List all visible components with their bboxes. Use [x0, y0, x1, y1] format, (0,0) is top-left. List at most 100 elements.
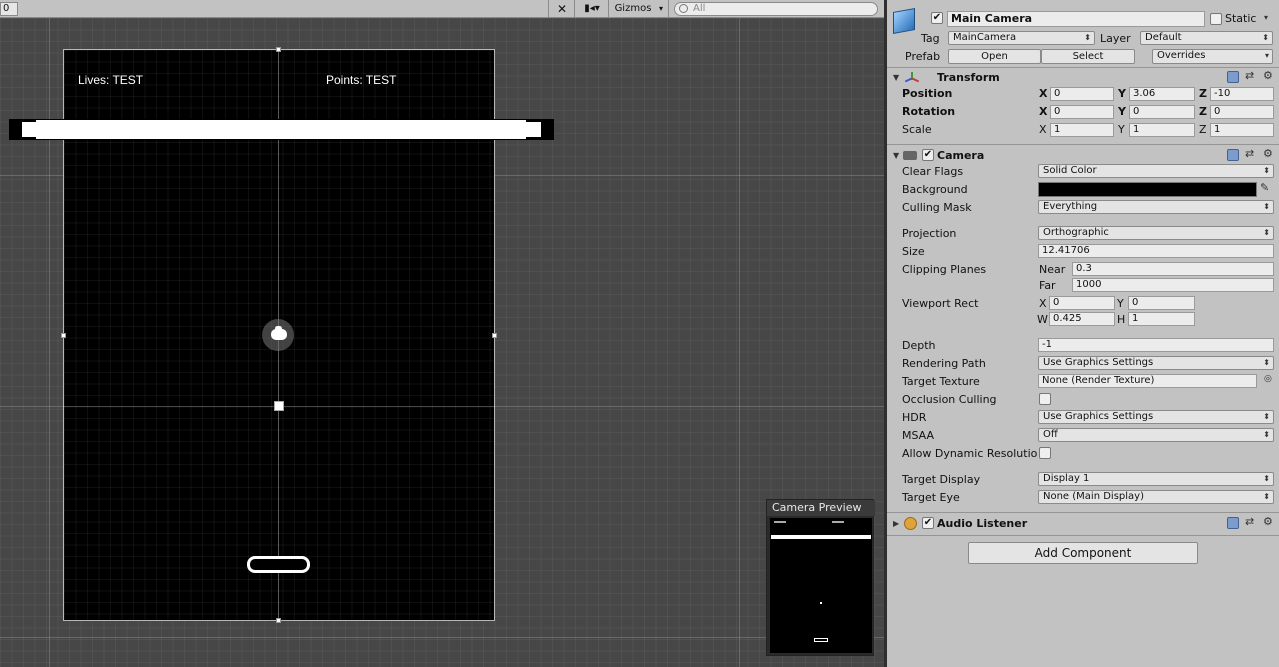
rendering-path-label: Rendering Path — [902, 357, 986, 370]
frustum-handle-top[interactable] — [276, 47, 281, 52]
rotation-x-field[interactable]: 0 — [1050, 105, 1114, 119]
hdr-dropdown[interactable]: Use Graphics Settings ⬍ — [1038, 410, 1274, 424]
help-book-icon[interactable] — [1227, 517, 1239, 529]
cloud-icon — [271, 326, 287, 340]
frustum-handle-right[interactable] — [492, 333, 497, 338]
viewport-h-field[interactable]: 1 — [1128, 312, 1195, 326]
far-label: Far — [1039, 279, 1056, 292]
target-display-label: Target Display — [902, 473, 981, 486]
gear-icon[interactable]: ⚙ — [1263, 147, 1273, 160]
viewport-y-field[interactable]: 0 — [1128, 296, 1195, 310]
viewport-x-field[interactable]: 0 — [1049, 296, 1115, 310]
rotation-label: Rotation — [902, 105, 956, 118]
msaa-dropdown[interactable]: Off ⬍ — [1038, 428, 1274, 442]
position-y-field[interactable]: 3.06 — [1129, 87, 1195, 101]
camera-enabled-checkbox[interactable]: ✔ — [922, 149, 934, 161]
active-checkbox[interactable]: ✔ — [931, 12, 943, 24]
gizmos-button[interactable]: Gizmos — [611, 1, 655, 17]
preset-icon[interactable]: ⇄ — [1245, 69, 1254, 82]
foldout-arrow-icon[interactable]: ▶ — [893, 519, 899, 528]
near-label: Near — [1039, 263, 1066, 276]
culling-mask-label: Culling Mask — [902, 201, 972, 214]
depth-label: Depth — [902, 339, 936, 352]
scale-z-field[interactable]: 1 — [1210, 123, 1274, 137]
scene-view[interactable]: Lives: TEST Points: TEST Camera Preview … — [0, 0, 884, 667]
depth-field[interactable]: -1 — [1038, 338, 1274, 352]
scale-y-field[interactable]: 1 — [1129, 123, 1195, 137]
culling-mask-dropdown[interactable]: Everything ⬍ — [1038, 200, 1274, 214]
position-x-field[interactable]: 0 — [1050, 87, 1114, 101]
projection-label: Projection — [902, 227, 957, 240]
eyedropper-icon[interactable]: ✎ — [1260, 181, 1269, 194]
axis-y-label: Y — [1118, 123, 1125, 136]
help-book-icon[interactable] — [1227, 71, 1239, 83]
size-field[interactable]: 12.41706 — [1038, 244, 1274, 258]
tag-label: Tag — [921, 32, 940, 45]
clear-flags-label: Clear Flags — [902, 165, 964, 178]
axis-y-label: Y — [1118, 105, 1126, 118]
prefab-open-button[interactable]: Open — [948, 49, 1041, 64]
gear-icon[interactable]: ⚙ — [1263, 515, 1273, 528]
hdr-value: Use Graphics Settings — [1043, 411, 1154, 422]
object-name-field[interactable]: Main Camera — [947, 11, 1205, 27]
target-eye-dropdown[interactable]: None (Main Display) ⬍ — [1038, 490, 1274, 504]
layer-label: Layer — [1100, 32, 1131, 45]
scale-x-field[interactable]: 1 — [1050, 123, 1114, 137]
clear-flags-dropdown[interactable]: Solid Color ⬍ — [1038, 164, 1274, 178]
near-field[interactable]: 0.3 — [1072, 262, 1274, 276]
rotation-z-field[interactable]: 0 — [1210, 105, 1274, 119]
layer-dropdown[interactable]: Default ⬍ — [1140, 31, 1273, 45]
add-component-button[interactable]: Add Component — [968, 542, 1198, 564]
background-label: Background — [902, 183, 968, 196]
static-dropdown[interactable]: ▾ — [1237, 12, 1271, 26]
frustum-handle-bottom[interactable] — [276, 618, 281, 623]
separator — [887, 144, 1279, 145]
target-texture-label: Target Texture — [902, 375, 980, 388]
camera-position-handle[interactable] — [274, 401, 284, 411]
prefab-select-button[interactable]: Select — [1041, 49, 1135, 64]
position-z-field[interactable]: -10 — [1210, 87, 1274, 101]
paddle[interactable] — [247, 556, 310, 573]
object-picker-icon[interactable]: ◎ — [1264, 374, 1272, 384]
far-field[interactable]: 1000 — [1072, 278, 1274, 292]
grid-line — [49, 18, 50, 667]
axis-y-label: Y — [1118, 87, 1126, 100]
tag-value: MainCamera — [953, 32, 1017, 43]
axis-x-label: X — [1039, 87, 1048, 100]
occlusion-culling-checkbox[interactable] — [1039, 393, 1051, 405]
gameobject-cube-icon — [893, 8, 915, 34]
preset-icon[interactable]: ⇄ — [1245, 515, 1254, 528]
gizmos-dropdown-icon[interactable]: ▾ — [655, 1, 667, 17]
gear-icon[interactable]: ⚙ — [1263, 69, 1273, 82]
viewport-w-field[interactable]: 0.425 — [1049, 312, 1115, 326]
toolbar-separator — [548, 0, 549, 18]
static-checkbox[interactable] — [1210, 13, 1222, 25]
hud-points-text: Points: TEST — [326, 73, 397, 87]
rendering-path-value: Use Graphics Settings — [1043, 357, 1154, 368]
camera-title: Camera — [937, 149, 985, 162]
preset-icon[interactable]: ⇄ — [1245, 147, 1254, 160]
target-display-dropdown[interactable]: Display 1 ⬍ — [1038, 472, 1274, 486]
layer-value: Default — [1145, 32, 1182, 43]
rendering-path-dropdown[interactable]: Use Graphics Settings ⬍ — [1038, 356, 1274, 370]
camera-mode-icon[interactable]: ▮◂▾ — [578, 1, 606, 17]
dynamic-resolution-checkbox[interactable] — [1039, 447, 1051, 459]
target-texture-field[interactable]: None (Render Texture) — [1038, 374, 1257, 388]
help-book-icon[interactable] — [1227, 149, 1239, 161]
background-color-swatch[interactable] — [1038, 182, 1257, 197]
foldout-arrow-icon[interactable]: ▼ — [893, 151, 899, 160]
tag-dropdown[interactable]: MainCamera ⬍ — [948, 31, 1095, 45]
layer-field[interactable]: 0 — [0, 2, 18, 16]
hdr-label: HDR — [902, 411, 927, 424]
rotation-y-field[interactable]: 0 — [1129, 105, 1195, 119]
grid-line — [739, 18, 740, 667]
search-icon — [679, 4, 688, 13]
audio-listener-enabled-checkbox[interactable]: ✔ — [922, 517, 934, 529]
foldout-arrow-icon[interactable]: ▼ — [893, 73, 899, 82]
scene-tools-icon[interactable]: ✕ — [552, 1, 572, 17]
prefab-overrides-dropdown[interactable]: Overrides ▾ — [1152, 49, 1273, 64]
camera-component-icon — [903, 151, 917, 160]
scene-search-input[interactable]: All — [674, 2, 878, 16]
projection-dropdown[interactable]: Orthographic ⬍ — [1038, 226, 1274, 240]
frustum-handle-left[interactable] — [61, 333, 66, 338]
